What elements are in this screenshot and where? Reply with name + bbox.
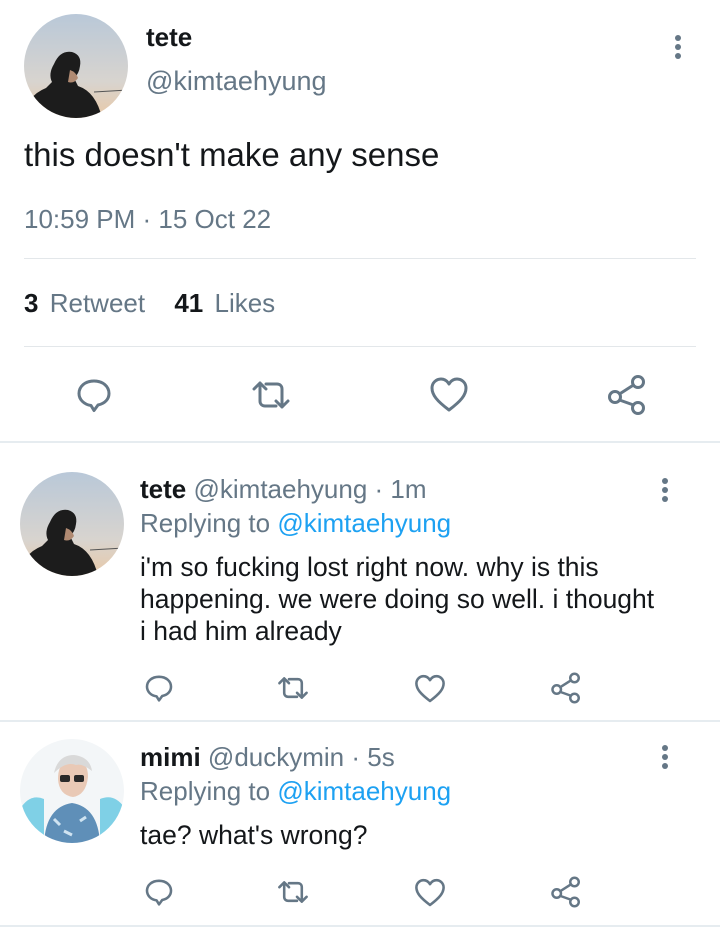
comment-icon xyxy=(145,675,173,702)
section-separator-1 xyxy=(0,441,720,443)
reply-2-replying-to-link[interactable]: @kimtaehyung xyxy=(277,776,451,806)
main-tweet-timestamp: 10:59 PM · 15 Oct 22 xyxy=(24,204,272,234)
comment-icon xyxy=(145,879,173,906)
reply-1-replying-prefix: Replying to xyxy=(140,508,271,538)
reply-1-avatar[interactable] xyxy=(20,472,124,576)
reply-1-like-button[interactable] xyxy=(414,673,446,705)
reply-1-retweet-button[interactable] xyxy=(276,672,310,704)
retweet-count[interactable]: 3 xyxy=(24,288,38,318)
reply-2-reply-button[interactable] xyxy=(143,876,175,908)
reply-1-reply-button[interactable] xyxy=(143,672,175,704)
reply-2-header: mimi @duckymin · 5s xyxy=(140,742,395,773)
reply-2-share-button[interactable] xyxy=(549,875,583,909)
main-tweet-text: this doesn't make any sense xyxy=(24,136,440,173)
retweet-icon xyxy=(252,381,290,409)
reply-2-like-button[interactable] xyxy=(414,877,446,909)
comment-icon xyxy=(77,379,111,412)
main-tweet-share-button[interactable] xyxy=(605,373,649,417)
like-label[interactable]: Likes xyxy=(214,288,275,318)
main-tweet-retweet-button[interactable] xyxy=(250,375,292,415)
retweet-icon xyxy=(278,881,308,903)
section-separator-3 xyxy=(0,925,720,927)
main-tweet-avatar[interactable] xyxy=(24,14,128,118)
main-tweet-stats: 3 Retweet 41 Likes xyxy=(24,288,275,319)
reply-1-header: tete @kimtaehyung · 1m xyxy=(140,474,427,505)
retweet-label[interactable]: Retweet xyxy=(50,288,145,318)
main-tweet-handle[interactable]: @kimtaehyung xyxy=(146,66,327,97)
main-tweet-more-vertical-icon[interactable] xyxy=(673,35,683,59)
reply-2-retweet-button[interactable] xyxy=(276,876,310,908)
reply-1-replying-to-link[interactable]: @kimtaehyung xyxy=(277,508,451,538)
reply-2-more-vertical-icon[interactable] xyxy=(660,745,670,769)
section-separator-2 xyxy=(0,720,720,722)
reply-2-replying-to: Replying to @kimtaehyung xyxy=(140,776,451,807)
like-count[interactable]: 41 xyxy=(174,288,203,318)
share-icon xyxy=(608,375,645,415)
reply-1-more-vertical-icon[interactable] xyxy=(660,478,670,502)
heart-icon xyxy=(430,377,468,412)
reply-2-text: tae? what's wrong? xyxy=(140,820,368,850)
reply-2-avatar[interactable] xyxy=(20,739,124,843)
share-icon xyxy=(551,672,580,704)
heart-icon xyxy=(415,878,445,907)
reply-2-display-name[interactable]: mimi xyxy=(140,742,201,772)
reply-1-handle-time[interactable]: @kimtaehyung · 1m xyxy=(193,474,426,504)
main-tweet-divider-bottom xyxy=(24,346,696,347)
share-icon xyxy=(551,876,580,908)
main-tweet-like-button[interactable] xyxy=(429,375,469,415)
main-tweet-reply-button[interactable] xyxy=(74,375,114,415)
reply-1-share-button[interactable] xyxy=(549,671,583,705)
reply-2-replying-prefix: Replying to xyxy=(140,776,271,806)
reply-1-text: i'm so fucking lost right now. why is th… xyxy=(140,552,655,646)
reply-2-handle-time[interactable]: @duckymin · 5s xyxy=(208,742,395,772)
reply-1-display-name[interactable]: tete xyxy=(140,474,186,504)
heart-icon xyxy=(415,674,445,703)
main-tweet-divider-top xyxy=(24,258,696,259)
reply-1-replying-to: Replying to @kimtaehyung xyxy=(140,508,451,539)
main-tweet-display-name[interactable]: tete xyxy=(146,22,192,53)
retweet-icon xyxy=(278,677,308,699)
